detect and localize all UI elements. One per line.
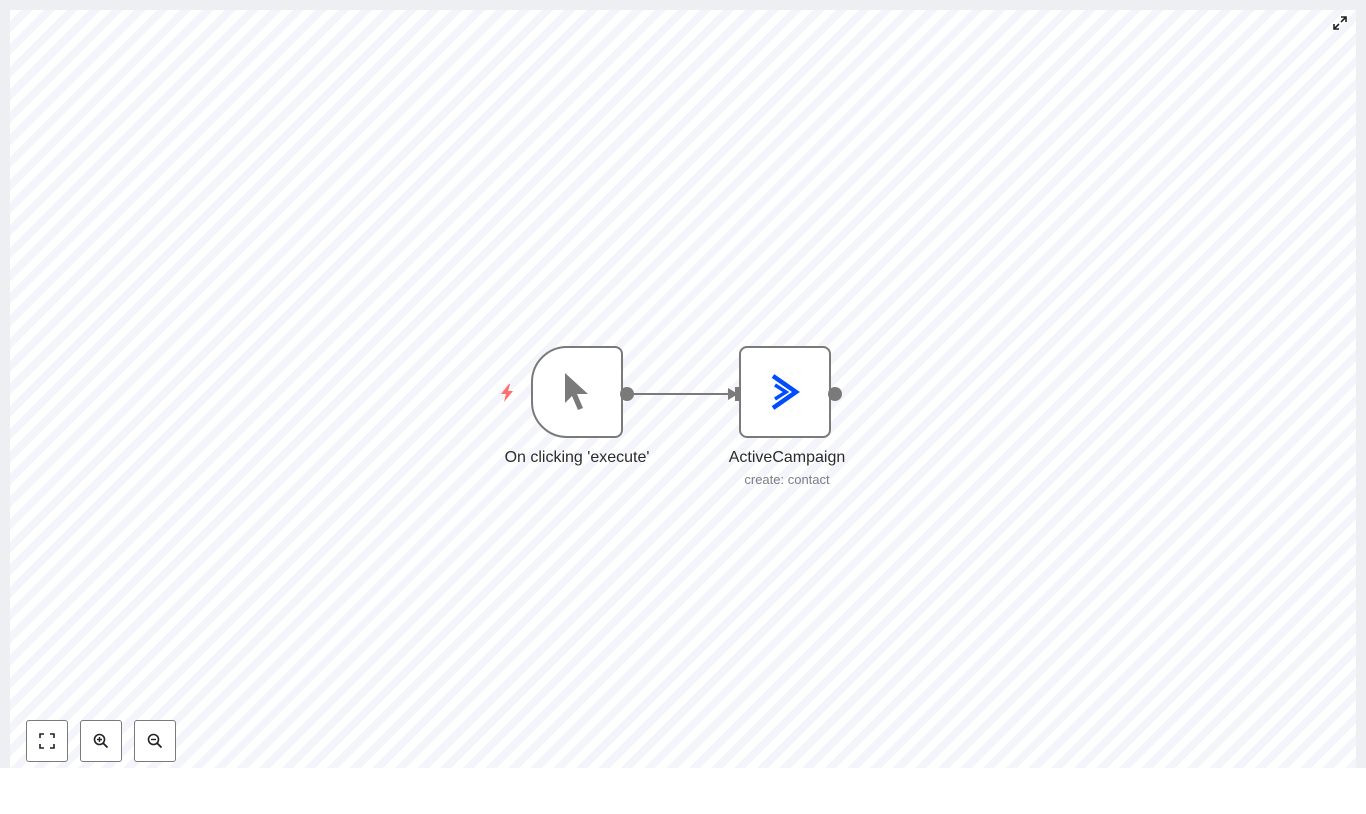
workflow-preview-frame: On clicking 'execute' ActiveCampaign cre…: [0, 0, 1366, 768]
zoom-to-fit-button[interactable]: [26, 720, 68, 762]
node-manual-trigger[interactable]: [531, 346, 623, 438]
zoom-in-icon: [93, 733, 109, 749]
workflow-canvas[interactable]: On clicking 'execute' ActiveCampaign cre…: [10, 10, 1356, 768]
activecampaign-logo-icon: [771, 374, 800, 410]
node-label: On clicking 'execute': [504, 449, 650, 466]
fit-screen-icon: [39, 733, 55, 749]
node-activecampaign[interactable]: [739, 346, 831, 438]
zoom-out-icon: [147, 733, 163, 749]
activecampaign-output-handle[interactable]: [828, 387, 842, 401]
zoom-in-button[interactable]: [80, 720, 122, 762]
zoom-controls: [26, 720, 176, 762]
trigger-output-handle[interactable]: [620, 387, 634, 401]
mouse-pointer-icon: [565, 373, 588, 410]
lightning-bolt-icon: [501, 384, 513, 402]
node-subtitle: create: contact: [744, 472, 830, 487]
zoom-out-button[interactable]: [134, 720, 176, 762]
node-label: ActiveCampaign: [728, 449, 846, 466]
connection-edge[interactable]: [10, 10, 1356, 768]
